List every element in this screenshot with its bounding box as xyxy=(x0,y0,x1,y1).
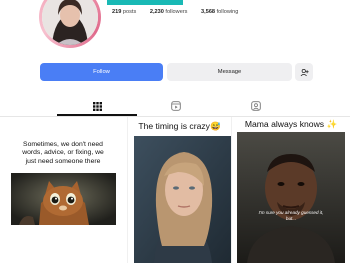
profile-tabs xyxy=(0,96,350,116)
suggest-people-button[interactable] xyxy=(295,63,313,81)
tagged-icon xyxy=(251,101,261,111)
post-caption: The timing is crazy😅 xyxy=(138,121,221,131)
post-caption: Sometimes, we don't need words, advice, … xyxy=(22,141,104,165)
post-tile-1[interactable]: Sometimes, we don't need words, advice, … xyxy=(0,117,127,263)
follow-button[interactable]: Follow xyxy=(40,63,163,81)
tab-reels[interactable] xyxy=(136,96,216,116)
tab-tagged[interactable] xyxy=(216,96,296,116)
profile-avatar-ring[interactable] xyxy=(39,0,101,48)
woman-portrait-image xyxy=(134,136,231,263)
followers-stat[interactable]: 2,230 followers xyxy=(150,9,194,15)
grid-icon xyxy=(92,101,102,111)
message-button[interactable]: Message xyxy=(167,63,292,81)
posts-stat[interactable]: 219 posts xyxy=(112,9,142,15)
post-tile-2[interactable]: The timing is crazy😅 xyxy=(128,117,231,263)
profile-stats: 219 posts 2,230 followers 3,568 followin… xyxy=(112,9,250,15)
post-tile-3[interactable]: Mama always knows ✨ I'm sure you already… xyxy=(232,117,350,263)
tab-posts-grid[interactable] xyxy=(57,96,137,116)
add-person-icon xyxy=(300,68,309,76)
following-stat[interactable]: 3,568 following xyxy=(201,9,244,15)
profile-avatar xyxy=(42,0,98,45)
reels-icon xyxy=(171,101,181,111)
profile-name-highlight xyxy=(107,0,183,5)
puss-in-boots-image xyxy=(11,173,116,225)
man-portrait-image xyxy=(237,132,345,263)
video-subtitle: I'm sure you already guessed it, but... xyxy=(258,210,324,221)
post-caption: Mama always knows ✨ xyxy=(244,119,338,129)
